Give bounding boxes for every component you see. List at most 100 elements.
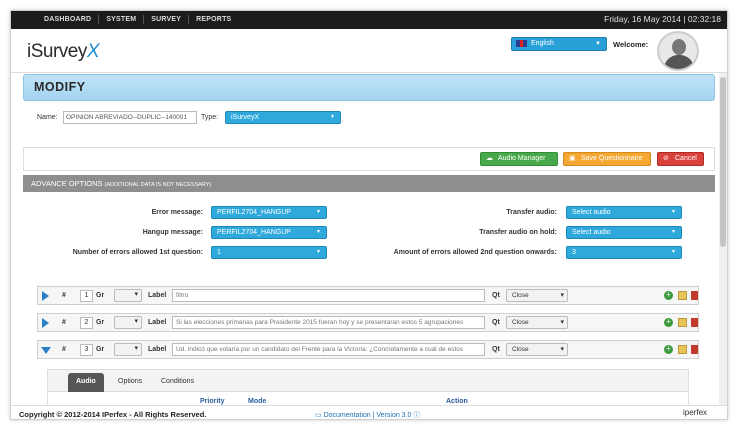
copyright: Copyright © 2012-2014 IPerfex - All Righ… [19,410,207,419]
chevron-down-icon: ▼ [330,114,335,120]
transfer-audio-select[interactable]: Select audio ▼ [566,206,682,219]
hangup-message-label: Hangup message: [142,229,203,236]
transfer-audio-label: Transfer audio: [506,209,557,216]
qt-select[interactable]: Close [506,316,568,329]
documentation-text[interactable]: Documentation [324,412,371,419]
save-questionnaire-button[interactable]: ▣ Save Questionnaire [563,152,651,166]
play-icon[interactable] [42,318,49,328]
transfer-audio-value: Select audio [572,209,611,216]
chevron-down-icon: ▼ [595,41,601,47]
advance-title-text: ADVANCE OPTIONS [31,179,103,188]
question-number[interactable]: 3 [80,344,93,356]
question-row: # 3 Gr Label Ud. indicó que votaría por … [37,340,699,359]
errors-second-select[interactable]: 3 ▼ [566,246,682,259]
tab-audio[interactable]: Audio [68,373,104,392]
label-label: Label [148,346,167,353]
play-icon[interactable] [42,291,49,301]
type-select[interactable]: iSurveyX ▼ [225,111,341,124]
column-action: Action [446,398,468,405]
avatar[interactable] [657,31,699,71]
cloud-icon: ☁ [486,155,493,162]
nav-dashboard[interactable]: DASHBOARD [37,15,100,24]
chevron-down-icon: ▼ [316,249,321,255]
question-row: # 1 Gr Label filtro Qt Close + [37,286,699,305]
errors-second-label: Amount of errors allowed 2nd question on… [393,249,557,256]
add-icon[interactable]: + [664,291,673,300]
cancel-label: Cancel [675,155,697,162]
type-value: iSurveyX [231,114,260,121]
chevron-down-icon: ▼ [671,249,676,255]
uk-flag-icon [516,39,527,47]
transfer-hold-select[interactable]: Select audio ▼ [566,226,682,239]
error-message-select[interactable]: PERFIL2704_HANGUP ▼ [211,206,327,219]
qt-label: Qt [492,319,500,326]
copy-icon[interactable] [678,291,687,300]
cancel-button[interactable]: ⊘ Cancel [657,152,704,166]
question-number[interactable]: 2 [80,317,93,329]
nav-survey[interactable]: SURVEY [144,15,190,24]
version-text: Version 3.0 [376,412,412,419]
type-label: Type: [201,114,219,121]
question-label-input[interactable]: filtro [172,289,485,302]
gr-select[interactable] [114,343,142,356]
column-priority: Priority [200,398,225,405]
cancel-icon: ⊘ [663,155,669,162]
hash-label: # [62,346,66,353]
qt-label: Qt [492,292,500,299]
name-label: Name: [37,114,58,121]
gr-label: Gr [96,346,105,353]
copy-icon[interactable] [678,345,687,354]
trash-icon[interactable] [691,291,698,300]
transfer-hold-label: Transfer audio on hold: [479,229,557,236]
language-value: English [530,40,554,47]
copy-icon[interactable] [678,318,687,327]
hash-label: # [62,319,66,326]
scrollbar-thumb[interactable] [720,77,726,247]
tab-conditions[interactable]: Conditions [153,373,202,392]
trash-icon[interactable] [691,345,698,354]
scrollbar[interactable] [719,73,727,405]
advance-options-bar[interactable]: ADVANCE OPTIONS (ADDITIONAL DATA IS NOT … [23,175,715,192]
error-message-label: Error message: [151,209,203,216]
label-label: Label [148,292,167,299]
language-select[interactable]: English ▼ [511,37,607,51]
logo[interactable]: iSurveyX [27,41,100,63]
name-input[interactable]: OPINION ABREVIADO--DUPLIC--140001 [63,111,197,124]
app-window: DASHBOARD SYSTEM SURVEY REPORTS Friday, … [10,10,728,420]
nav-system[interactable]: SYSTEM [99,15,145,24]
top-bar: DASHBOARD SYSTEM SURVEY REPORTS Friday, … [11,11,727,29]
detail-tabs: Audio Options Conditions [48,370,688,392]
qt-select[interactable]: Close [506,343,568,356]
documentation-link[interactable]: ▭ Documentation | Version 3.0 ⓘ [315,410,421,419]
gr-select[interactable] [114,316,142,329]
info-icon: ⓘ [413,412,421,419]
logo-prefix: iSurvey [27,41,87,62]
errors-first-select[interactable]: 1 ▼ [211,246,327,259]
question-label-input[interactable]: Ud. indicó que votaría por un candidato … [172,343,485,356]
question-label-input[interactable]: Si las elecciones primarias para Preside… [172,316,485,329]
error-message-value: PERFIL2704_HANGUP [217,209,291,216]
add-icon[interactable]: + [664,318,673,327]
qt-label: Qt [492,346,500,353]
chevron-down-icon: ▼ [671,229,676,235]
page-title-bar: MODIFY [23,74,715,101]
question-number[interactable]: 1 [80,290,93,302]
datetime: Friday, 16 May 2014 | 02:32:18 [604,14,721,24]
trash-icon[interactable] [691,318,698,327]
hash-label: # [62,292,66,299]
nav-reports[interactable]: REPORTS [189,15,238,24]
gr-select[interactable] [114,289,142,302]
expand-down-icon[interactable] [41,347,51,354]
gr-label: Gr [96,319,105,326]
brand-logo: iperfex [683,408,708,417]
chevron-down-icon: ▼ [316,229,321,235]
advance-note: (ADDITIONAL DATA IS NOT NECESSARY) [104,182,212,188]
qt-select[interactable]: Close [506,289,568,302]
save-label: Save Questionnaire [581,155,643,162]
hangup-message-select[interactable]: PERFIL2704_HANGUP ▼ [211,226,327,239]
hangup-message-value: PERFIL2704_HANGUP [217,229,291,236]
tab-options[interactable]: Options [110,373,150,392]
gr-label: Gr [96,292,105,299]
audio-manager-button[interactable]: ☁ Audio Manager [480,152,558,166]
add-icon[interactable]: + [664,345,673,354]
